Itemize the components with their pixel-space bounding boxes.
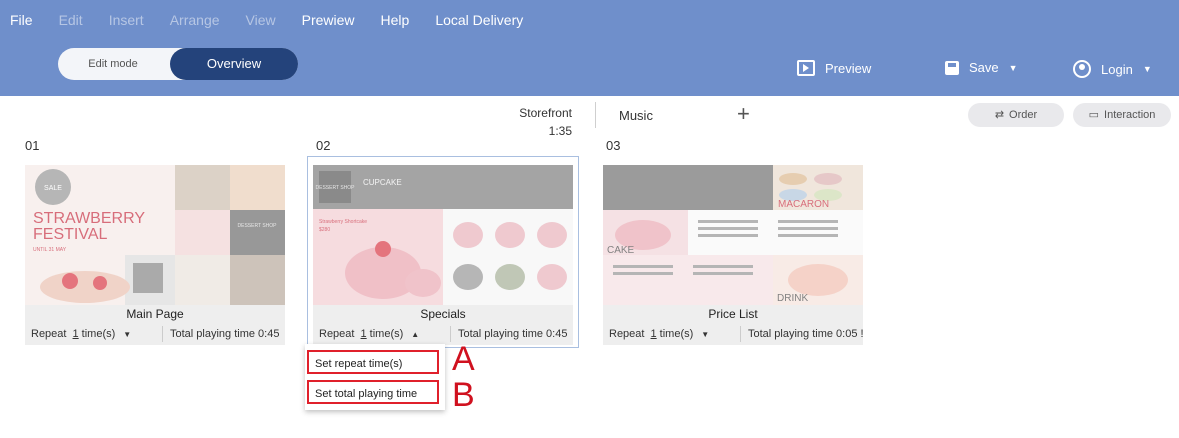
menu-file[interactable]: File — [10, 12, 33, 28]
play-box-icon — [797, 60, 815, 76]
slide-thumbnail[interactable]: MACARON CAKE DRINK — [603, 165, 863, 305]
interaction-button[interactable]: ▭ Interaction — [1073, 103, 1171, 127]
repeat-count: 1 — [650, 328, 657, 340]
user-circle-icon — [1073, 60, 1091, 78]
slide-title: Price List — [603, 305, 863, 323]
slide-footer: Repeat 1 time(s) ▼ Total playing time 0:05… — [603, 323, 864, 345]
thumb-sign: DESSERT SHOP — [316, 185, 356, 191]
slide-footer: Repeat 1 time(s) ▲ Total playing time 0:45 — [313, 323, 573, 345]
repeat-prefix: Repeat — [319, 328, 355, 340]
repeat-control[interactable]: Repeat 1 time(s) ▼ — [31, 328, 131, 340]
thumb-item: Strawberry Shortcake — [319, 219, 367, 225]
slide-thumbnail[interactable]: DESSERT SHOP CUPCAKE Strawberry Shortcak… — [313, 165, 573, 305]
login-label: Login — [1101, 61, 1133, 77]
slide-thumbnail[interactable]: SALE STRAWBERRY FESTIVAL UNTIL 31 MAY DE… — [25, 165, 285, 305]
chevron-down-icon[interactable]: ▼ — [123, 330, 131, 339]
interaction-label: Interaction — [1104, 109, 1156, 121]
thumb-subline: UNTIL 31 MAY — [33, 247, 67, 253]
overview-button[interactable]: Overview — [170, 48, 298, 80]
divider — [595, 102, 596, 128]
slide-thumbnail-image: DESSERT SHOP CUPCAKE Strawberry Shortcak… — [313, 165, 573, 305]
total-playing-time: Total playing time 0:45 — [458, 328, 568, 340]
screen-icon: ▭ — [1088, 109, 1100, 121]
top-toolbar: File Edit Insert Arrange View Prewiew He… — [0, 0, 1179, 96]
menu-help[interactable]: Help — [381, 12, 410, 28]
thumb-headline: STRAWBERRY — [33, 210, 145, 227]
thumb-label: CAKE — [607, 245, 635, 256]
slide-thumbnail-image: SALE STRAWBERRY FESTIVAL UNTIL 31 MAY DE… — [25, 165, 285, 305]
slide-card-main-page[interactable]: SALE STRAWBERRY FESTIVAL UNTIL 31 MAY DE… — [20, 157, 290, 347]
slide-number: 01 — [25, 138, 40, 153]
slide-number: 02 — [316, 138, 331, 153]
slide-card-specials[interactable]: DESSERT SHOP CUPCAKE Strawberry Shortcak… — [307, 156, 579, 348]
menu-insert[interactable]: Insert — [109, 12, 144, 28]
thumb-label: MACARON — [778, 199, 829, 210]
save-button[interactable]: Save ▼ — [945, 60, 1018, 75]
thumb-price: $280 — [319, 227, 330, 233]
repeat-dropdown-menu: Set repeat time(s) Set total playing tim… — [305, 344, 445, 410]
repeat-prefix: Repeat — [609, 328, 645, 340]
chevron-down-icon: ▼ — [1008, 62, 1018, 73]
chevron-up-icon[interactable]: ▲ — [411, 330, 419, 339]
preview-label: Preview — [825, 60, 872, 76]
repeat-control[interactable]: Repeat 1 time(s) ▼ — [609, 328, 709, 340]
thumb-badge: SALE — [44, 185, 62, 192]
mode-toggle: Edit mode Overview — [58, 48, 298, 80]
menu-arrange[interactable]: Arrange — [170, 12, 220, 28]
repeat-suffix: time(s) — [81, 328, 116, 340]
repeat-count: 1 — [360, 328, 367, 340]
repeat-control[interactable]: Repeat 1 time(s) ▲ — [319, 328, 419, 340]
divider — [162, 326, 163, 342]
menu-bar: File Edit Insert Arrange View Prewiew He… — [10, 12, 549, 28]
set-total-playing-time-option[interactable]: Set total playing time — [307, 380, 439, 404]
playlist-duration: 1:35 — [548, 124, 572, 138]
thumb-sign: DESSERT SHOP — [238, 223, 278, 229]
thumb-label: DRINK — [777, 293, 808, 304]
callout-a: A — [452, 340, 475, 378]
save-icon — [945, 60, 959, 75]
menu-local-delivery[interactable]: Local Delivery — [435, 12, 523, 28]
order-label: Order — [1009, 109, 1038, 121]
plus-icon[interactable]: + — [737, 103, 750, 125]
music-tab[interactable]: Music — [619, 108, 653, 123]
edit-mode-button[interactable]: Edit mode — [58, 48, 168, 80]
playlist-info: Storefront 1:35 — [500, 104, 572, 140]
slide-number: 03 — [606, 138, 621, 153]
repeat-suffix: time(s) — [659, 328, 694, 340]
playlist-name: Storefront — [519, 106, 572, 120]
chevron-down-icon: ▼ — [1142, 64, 1152, 74]
slide-card-price-list[interactable]: MACARON CAKE DRINK Price List Repeat 1 ti… — [598, 157, 868, 347]
preview-button[interactable]: Preview — [797, 60, 871, 76]
callout-b: B — [452, 376, 475, 414]
chevron-down-icon[interactable]: ▼ — [701, 330, 709, 339]
menu-prewiew[interactable]: Prewiew — [302, 12, 355, 28]
slide-thumbnail-image: MACARON CAKE DRINK — [603, 165, 863, 305]
order-button[interactable]: ⇄ Order — [968, 103, 1064, 127]
divider — [740, 326, 741, 342]
divider — [450, 326, 451, 342]
set-repeat-times-option[interactable]: Set repeat time(s) — [307, 350, 439, 374]
total-playing-time: Total playing time 0:45 — [170, 328, 280, 340]
menu-edit[interactable]: Edit — [59, 12, 83, 28]
thumb-headline: FESTIVAL — [33, 226, 107, 243]
slide-title: Main Page — [25, 305, 285, 323]
repeat-count: 1 — [72, 328, 79, 340]
repeat-suffix: time(s) — [369, 328, 404, 340]
slide-footer: Repeat 1 time(s) ▼ Total playing time 0:45 — [25, 323, 285, 345]
login-button[interactable]: Login ▼ — [1073, 60, 1152, 78]
swap-icon: ⇄ — [994, 109, 1005, 121]
save-label: Save — [969, 60, 999, 75]
thumb-banner: CUPCAKE — [363, 178, 402, 187]
slide-title: Specials — [313, 305, 573, 323]
total-playing-time: Total playing time 0:05 ! — [748, 328, 864, 340]
menu-view[interactable]: View — [246, 12, 276, 28]
repeat-prefix: Repeat — [31, 328, 67, 340]
